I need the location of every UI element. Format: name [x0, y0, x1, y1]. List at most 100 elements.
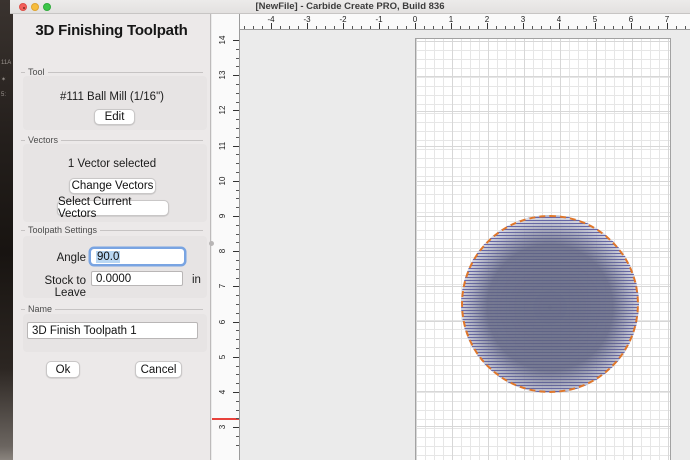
toolpath-settings-label: Toolpath Settings — [28, 225, 98, 235]
v-ruler-tick — [236, 277, 239, 279]
h-ruler-tick — [667, 23, 668, 29]
toolpath-settings-header: Toolpath Settings — [21, 225, 203, 235]
h-ruler-tick — [433, 26, 434, 29]
h-ruler-tick — [406, 26, 407, 29]
v-ruler-label: 14 — [217, 35, 227, 45]
v-ruler-label: 4 — [217, 389, 227, 395]
h-ruler-tick — [550, 26, 551, 29]
h-ruler-tick — [397, 26, 398, 29]
angle-input[interactable]: 90.0 — [91, 249, 184, 264]
h-ruler-tick — [415, 23, 416, 29]
v-ruler-tick — [236, 136, 239, 138]
toolpath-name-input[interactable] — [27, 322, 198, 339]
stock-to-leave-input[interactable] — [91, 271, 183, 286]
h-ruler-tick — [631, 23, 632, 29]
v-ruler-label: 10 — [217, 176, 227, 186]
v-ruler-tick — [236, 339, 239, 341]
v-ruler-label: 3 — [217, 424, 227, 430]
v-ruler-label: 8 — [217, 248, 227, 254]
desktop-fragment: 5: — [1, 92, 7, 98]
v-ruler-tick — [236, 260, 239, 261]
h-ruler-tick — [352, 26, 353, 29]
screen: 11A ✶ 5: [NewFile] - Carbide Create PRO,… — [0, 0, 690, 460]
v-ruler-tick — [236, 242, 239, 244]
h-ruler-tick — [388, 26, 389, 29]
h-ruler-tick — [379, 23, 380, 29]
v-ruler-label: 13 — [217, 70, 227, 80]
v-ruler-tick — [236, 444, 239, 446]
name-group-header: Name — [21, 304, 203, 314]
minimize-button[interactable] — [31, 3, 39, 11]
v-ruler-tick — [236, 66, 239, 68]
v-ruler-tick — [236, 268, 239, 270]
h-ruler-tick — [478, 26, 479, 29]
v-ruler-tick — [233, 392, 239, 393]
v-ruler-tick — [236, 84, 239, 85]
v-ruler-tick — [233, 427, 239, 429]
h-ruler-tick — [289, 26, 290, 29]
v-ruler-tick — [233, 110, 239, 112]
h-ruler-tick — [559, 23, 560, 29]
v-ruler-tick — [236, 233, 239, 235]
h-ruler-tick — [280, 26, 281, 29]
v-ruler-tick — [233, 216, 239, 217]
v-ruler-tick — [236, 418, 239, 420]
v-ruler-tick — [233, 321, 239, 323]
v-ruler-tick — [233, 286, 239, 288]
v-ruler-tick — [236, 330, 239, 332]
v-ruler-tick — [236, 57, 239, 59]
h-ruler-tick — [451, 23, 452, 29]
h-ruler-tick — [532, 26, 533, 29]
select-current-vectors-button[interactable]: Select Current Vectors — [57, 196, 169, 220]
h-ruler-tick — [622, 26, 623, 29]
h-ruler-tick — [577, 26, 578, 29]
ok-button[interactable]: Ok — [46, 361, 80, 378]
v-ruler-tick — [233, 40, 239, 41]
v-ruler-tick — [236, 172, 239, 173]
v-ruler-tick — [233, 356, 239, 358]
v-ruler-tick — [233, 180, 239, 182]
toolpath-dialog-panel: 3D Finishing Toolpath Tool #111 Ball Mil… — [13, 14, 211, 460]
v-ruler-tick — [236, 207, 239, 209]
tool-name: #111 Ball Mill (1/16") — [59, 91, 164, 103]
zoom-button[interactable] — [43, 3, 51, 11]
toolpath-preview-circle[interactable] — [461, 215, 639, 393]
change-vectors-button[interactable]: Change Vectors — [69, 178, 156, 194]
v-ruler-label: 9 — [217, 213, 227, 219]
h-ruler-tick — [505, 26, 506, 29]
close-button[interactable] — [19, 3, 27, 11]
v-ruler-tick — [236, 436, 239, 437]
v-ruler-label: 6 — [217, 319, 227, 324]
angle-value-selected-text: 90.0 — [96, 250, 121, 263]
v-ruler-tick — [236, 119, 239, 121]
edit-tool-button[interactable]: Edit — [94, 109, 135, 125]
v-ruler-tick — [233, 145, 239, 147]
v-ruler-tick — [236, 383, 239, 385]
h-ruler-tick — [442, 26, 443, 29]
scrollbar-dot[interactable] — [209, 241, 214, 246]
h-ruler-tick — [334, 26, 335, 29]
v-ruler-label: 5 — [217, 354, 227, 360]
h-ruler-tick — [604, 26, 605, 29]
desktop-fragment: 11A — [1, 60, 12, 66]
v-ruler-label: 11 — [217, 141, 227, 150]
window-titlebar[interactable]: [NewFile] - Carbide Create PRO, Build 83… — [10, 0, 690, 14]
h-ruler-tick — [685, 26, 686, 29]
v-ruler-tick — [236, 304, 239, 305]
stock-to-leave-label: Stock to Leave — [44, 275, 86, 299]
h-ruler-tick — [298, 26, 299, 29]
v-ruler-tick — [236, 224, 239, 226]
h-ruler-tick — [253, 26, 254, 29]
v-ruler-tick — [236, 348, 239, 349]
h-ruler-tick — [361, 26, 362, 29]
v-ruler-tick — [233, 75, 239, 77]
h-ruler-tick — [613, 26, 614, 29]
v-ruler-tick — [236, 400, 239, 402]
h-ruler-tick — [649, 26, 650, 29]
h-ruler-tick — [586, 26, 587, 29]
v-ruler-tick — [236, 154, 239, 156]
cancel-button[interactable]: Cancel — [135, 361, 182, 378]
page-title: 3D Finishing Toolpath — [35, 22, 188, 39]
h-ruler-tick — [325, 26, 326, 29]
h-ruler-tick — [676, 26, 677, 29]
